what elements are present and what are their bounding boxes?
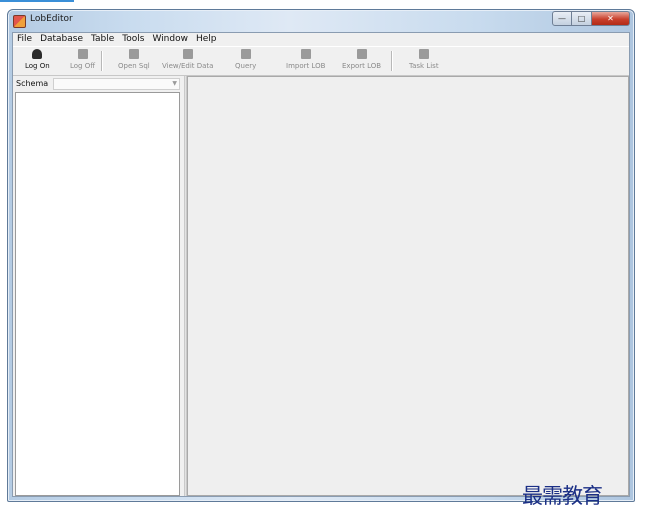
import-icon xyxy=(300,49,311,59)
task-list-icon xyxy=(418,49,429,59)
menu-tools[interactable]: Tools xyxy=(118,33,148,45)
toolbar-separator xyxy=(391,51,393,71)
app-window: LobEditor — □ ✕ File Database Table Tool… xyxy=(7,9,635,502)
query-icon xyxy=(240,49,251,59)
minimize-icon: — xyxy=(558,14,566,23)
menu-bar: File Database Table Tools Window Help xyxy=(13,33,629,45)
query-button[interactable]: Query xyxy=(235,49,256,70)
open-sql-button[interactable]: Open Sql xyxy=(118,49,150,70)
edit-data-icon xyxy=(182,49,193,59)
menu-help[interactable]: Help xyxy=(192,33,221,45)
close-icon: ✕ xyxy=(607,14,614,23)
maximize-icon: □ xyxy=(577,14,586,23)
export-lob-label: Export LOB xyxy=(342,62,382,70)
minimize-button[interactable]: — xyxy=(552,11,572,26)
chevron-down-icon[interactable]: ▼ xyxy=(172,80,177,87)
import-lob-button[interactable]: Import LOB xyxy=(286,49,325,70)
app-icon xyxy=(13,15,26,28)
schema-label: Schema xyxy=(16,79,49,88)
folder-icon xyxy=(128,49,139,59)
log-off-label: Log Off xyxy=(70,62,96,70)
schema-tree[interactable] xyxy=(15,92,180,496)
task-list-label: Task List xyxy=(409,62,439,70)
log-on-button[interactable]: Log On xyxy=(25,49,50,70)
top-accent-line xyxy=(0,0,74,2)
schema-row: Schema ▼ xyxy=(13,76,184,92)
menu-table[interactable]: Table xyxy=(87,33,118,45)
maximize-button[interactable]: □ xyxy=(572,11,592,26)
close-button[interactable]: ✕ xyxy=(592,11,630,26)
log-off-button[interactable]: Log Off xyxy=(70,49,95,70)
toolbar: Log On Log Off Open Sql View/Edit Data Q… xyxy=(13,46,629,76)
toolbar-separator xyxy=(101,51,103,71)
menu-file[interactable]: File xyxy=(13,33,36,45)
log-on-label: Log On xyxy=(25,62,50,70)
open-sql-label: Open Sql xyxy=(118,62,150,70)
watermark-text: 最需教育 xyxy=(522,484,603,508)
export-lob-button[interactable]: Export LOB xyxy=(342,49,381,70)
view-edit-data-label: View/Edit Data xyxy=(162,62,214,70)
mdi-workspace xyxy=(187,76,629,496)
title-bar[interactable]: LobEditor — □ ✕ xyxy=(8,10,634,32)
log-off-icon xyxy=(77,49,88,59)
export-icon xyxy=(356,49,367,59)
task-list-button[interactable]: Task List xyxy=(409,49,439,70)
user-icon xyxy=(32,49,43,59)
window-title: LobEditor xyxy=(30,14,73,24)
menu-database[interactable]: Database xyxy=(36,33,87,45)
view-edit-data-button[interactable]: View/Edit Data xyxy=(162,49,213,70)
schema-dropdown[interactable]: ▼ xyxy=(53,78,180,90)
menu-window[interactable]: Window xyxy=(148,33,192,45)
import-lob-label: Import LOB xyxy=(286,62,326,70)
query-label: Query xyxy=(235,62,257,70)
client-area: File Database Table Tools Window Help Lo… xyxy=(12,32,630,497)
caption-buttons: — □ ✕ xyxy=(552,11,630,27)
schema-panel: Schema ▼ xyxy=(13,76,184,496)
